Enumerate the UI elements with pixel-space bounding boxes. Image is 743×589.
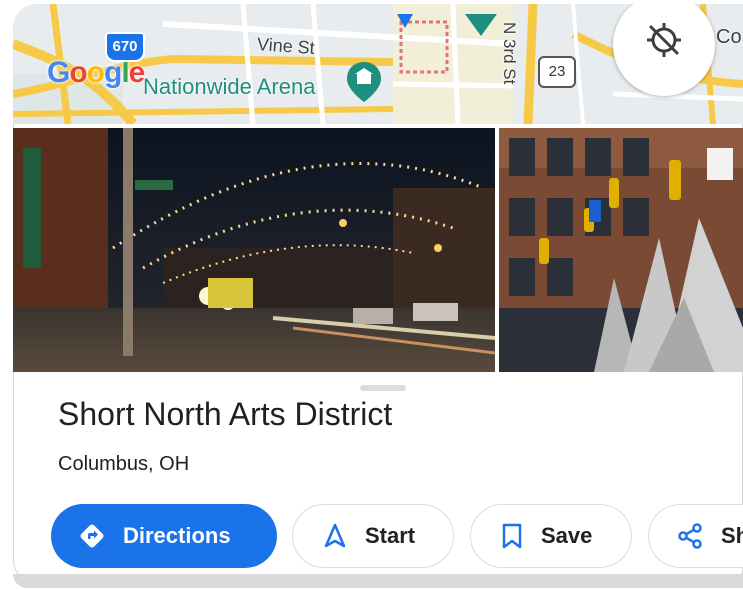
share-icon: [677, 523, 703, 549]
start-label: Start: [365, 523, 416, 548]
place-location: Columbus, OH: [58, 453, 190, 475]
directions-label: Directions: [123, 523, 231, 548]
share-label: Sh: [721, 523, 743, 548]
navigation-arrow-icon: [323, 523, 347, 549]
us-route-shield: 23: [538, 56, 576, 88]
street-label-vine: Vine St: [256, 34, 316, 58]
arena-pin-icon[interactable]: [347, 62, 381, 102]
place-title: Short North Arts District: [58, 396, 393, 432]
map-label-partial: Co: [716, 26, 742, 48]
place-photo-sculpture[interactable]: [499, 128, 743, 372]
save-button[interactable]: Save: [470, 504, 632, 568]
photo-sculpture: [499, 128, 743, 372]
bookmark-icon: [501, 523, 523, 549]
share-button[interactable]: Sh: [648, 504, 743, 568]
poi-label-arena[interactable]: Nationwide Arena: [143, 74, 315, 100]
place-card: Google 670 Vine St Nationwide Arena N 3r…: [13, 4, 743, 584]
drag-handle[interactable]: [360, 385, 406, 391]
directions-icon: [79, 523, 105, 549]
photo-night-street: [13, 128, 495, 372]
interstate-shield: 670: [105, 32, 145, 62]
save-label: Save: [541, 523, 593, 548]
location-disabled-icon: [647, 23, 681, 57]
map-view[interactable]: Google 670 Vine St Nationwide Arena N 3r…: [13, 4, 743, 124]
street-label-3rd: N 3rd St: [500, 22, 519, 85]
sheet-bottom-edge: [13, 574, 743, 588]
place-photo-street[interactable]: [13, 128, 495, 372]
start-button[interactable]: Start: [292, 504, 454, 568]
directions-button[interactable]: Directions: [51, 504, 277, 568]
